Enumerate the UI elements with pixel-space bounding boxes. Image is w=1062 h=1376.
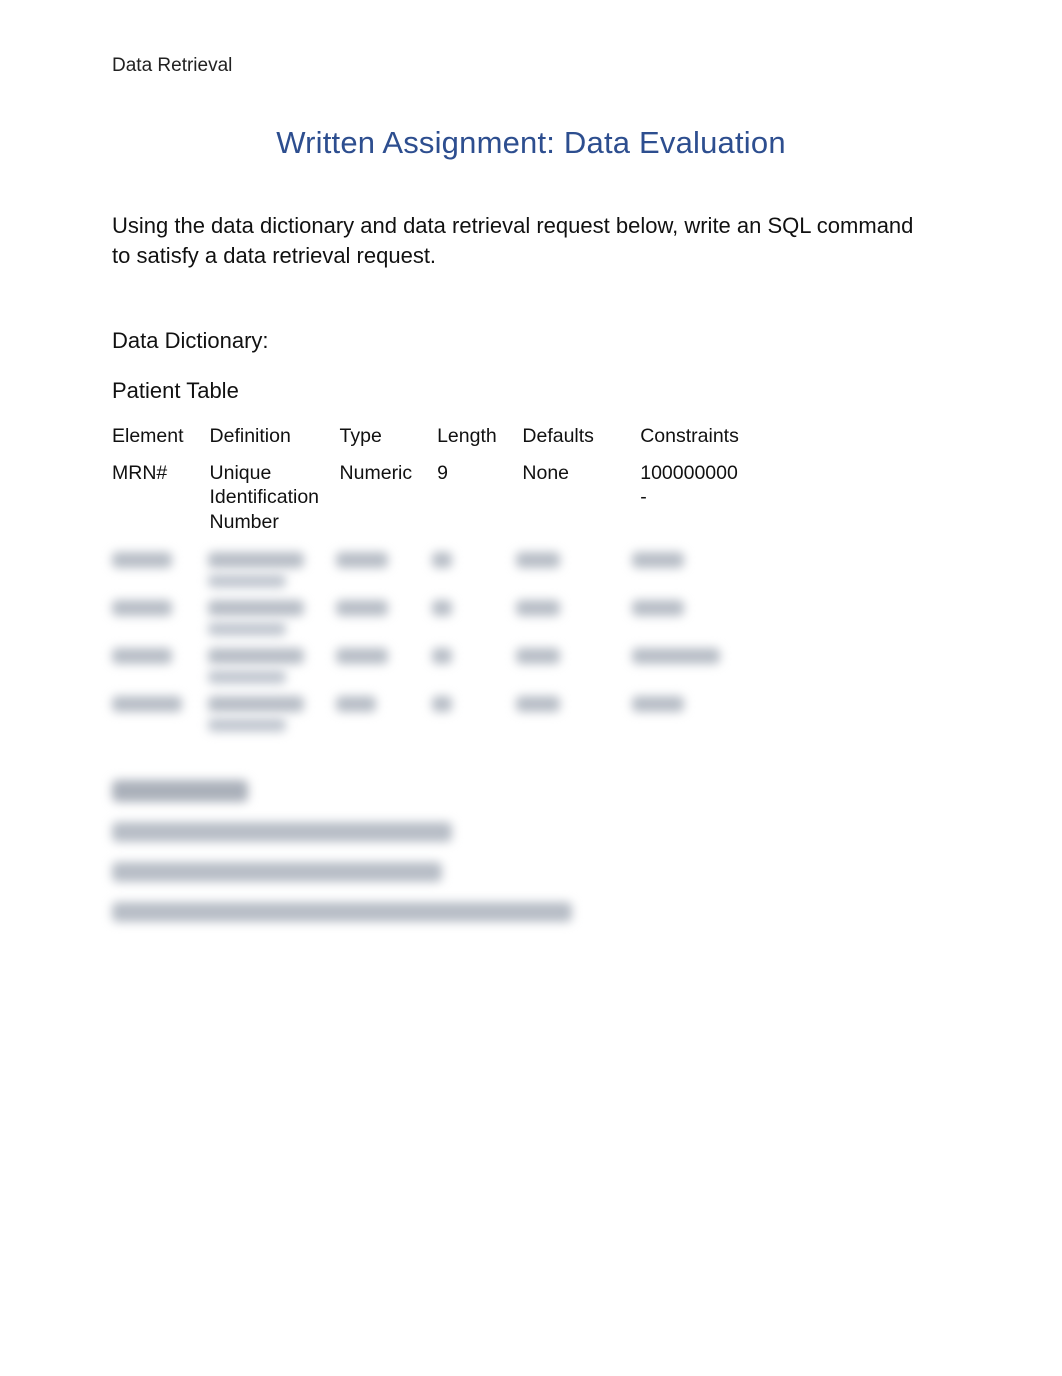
col-element: Element xyxy=(112,420,210,456)
running-header: Data Retrieval xyxy=(112,55,950,77)
col-constraints: Constraints xyxy=(640,420,752,456)
cell-defaults: None xyxy=(522,457,640,542)
locked-row xyxy=(112,690,752,738)
table-row: MRN# Unique Identification Number Numeri… xyxy=(112,457,752,542)
patient-table-label: Patient Table xyxy=(112,378,950,404)
locked-row xyxy=(112,546,752,594)
table-header-row: Element Definition Type Length Defaults … xyxy=(112,420,752,456)
data-dictionary-table: Element Definition Type Length Defaults … xyxy=(112,420,752,738)
document-page: Data Retrieval Written Assignment: Data … xyxy=(0,0,1062,1376)
cell-length: 9 xyxy=(437,457,522,542)
locked-line xyxy=(112,902,572,922)
cell-constraints: 100000000 - xyxy=(640,457,752,542)
cell-element: MRN# xyxy=(112,457,210,542)
locked-content-section xyxy=(112,780,950,922)
intro-paragraph: Using the data dictionary and data retri… xyxy=(112,211,932,270)
locked-table-rows xyxy=(112,546,752,738)
col-length: Length xyxy=(437,420,522,456)
document-title: Written Assignment: Data Evaluation xyxy=(112,125,950,161)
dictionary-table: Element Definition Type Length Defaults … xyxy=(112,420,752,542)
col-definition: Definition xyxy=(210,420,340,456)
col-type: Type xyxy=(340,420,438,456)
cell-type: Numeric xyxy=(340,457,438,542)
locked-heading xyxy=(112,780,248,802)
data-dictionary-label: Data Dictionary: xyxy=(112,328,950,354)
cell-definition: Unique Identification Number xyxy=(210,457,340,542)
locked-row xyxy=(112,594,752,642)
locked-line xyxy=(112,862,442,882)
locked-row xyxy=(112,642,752,690)
col-defaults: Defaults xyxy=(522,420,640,456)
locked-line xyxy=(112,822,452,842)
